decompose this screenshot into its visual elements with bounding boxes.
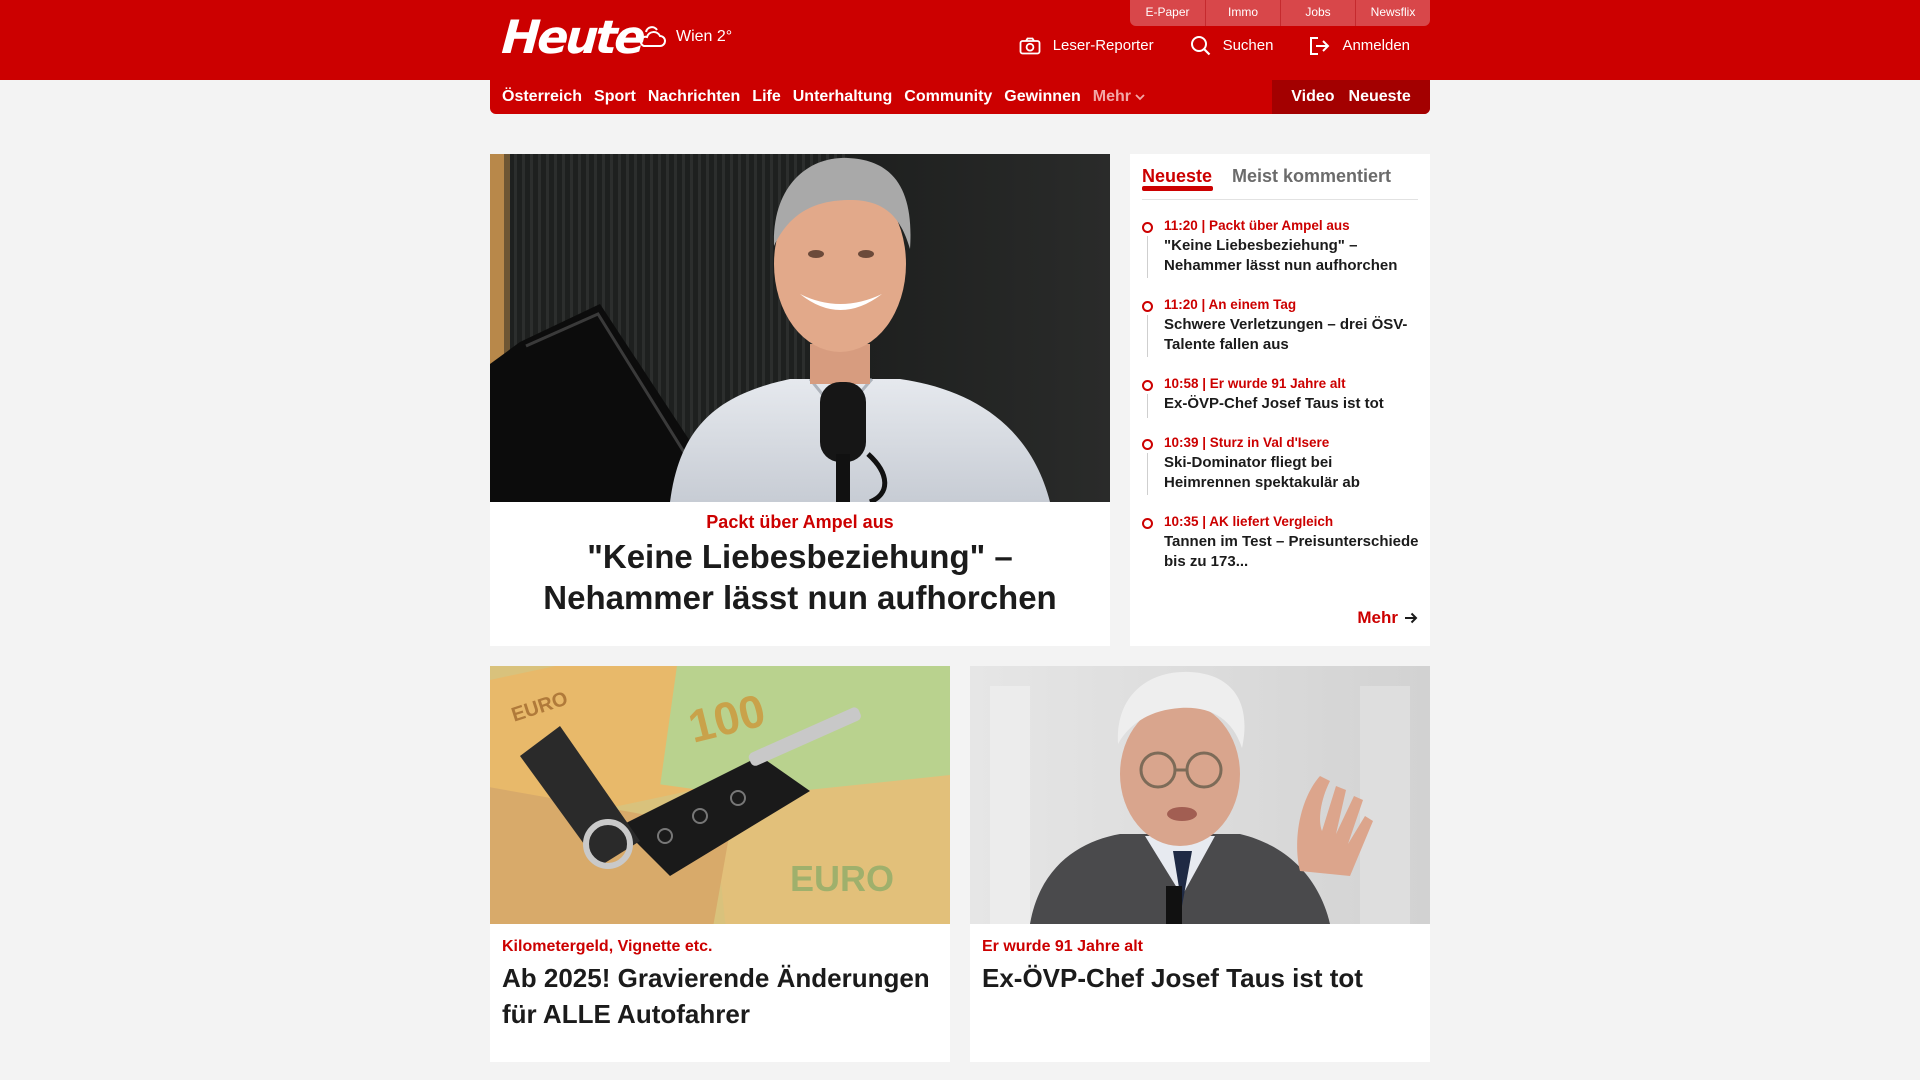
sidebar-more-link[interactable]: Mehr <box>1357 608 1418 628</box>
top-link-jobs[interactable]: Jobs <box>1280 0 1355 26</box>
cloud-sun-icon <box>639 26 666 47</box>
card-headline[interactable]: Ex-ÖVP-Chef Josef Taus ist tot <box>982 960 1422 996</box>
card-kicker: Er wurde 91 Jahre alt <box>982 938 1143 955</box>
main-nav: Österreich Sport Nachrichten Life Unterh… <box>490 80 1430 114</box>
nav-item-nachrichten[interactable]: Nachrichten <box>648 88 740 106</box>
search-label: Suchen <box>1222 37 1274 54</box>
weather-text: Wien 2° <box>676 28 733 45</box>
timeline-dot <box>1142 380 1153 391</box>
tab-neueste[interactable]: Neueste <box>1142 166 1213 191</box>
nav-latest[interactable]: Neueste <box>1349 88 1411 106</box>
timeline-dot <box>1142 439 1153 450</box>
card-image-car-key-money: 100 EURO EURO <box>490 666 950 924</box>
nav-item-life[interactable]: Life <box>752 88 780 106</box>
active-tab-indicator <box>1142 186 1213 191</box>
feed-item-meta: 11:20 | An einem Tag <box>1164 297 1297 312</box>
camera-icon <box>1019 37 1041 54</box>
feed-item[interactable]: 10:39 | Sturz in Val d'Isere Ski-Dominat… <box>1142 433 1422 512</box>
nav-right-group: Video Neueste <box>1272 80 1430 114</box>
nav-item-sport[interactable]: Sport <box>594 88 636 106</box>
top-link-epaper[interactable]: E-Paper <box>1130 0 1205 26</box>
feed-item[interactable]: 11:20 | Packt über Ampel aus "Keine Lieb… <box>1142 216 1422 295</box>
chevron-down-icon <box>1135 93 1145 100</box>
feed-item-title[interactable]: Tannen im Test – Preisunterschiede bis z… <box>1164 532 1422 572</box>
header-actions: Leser-Reporter Suchen Anmelden <box>983 35 1410 56</box>
feed-item-title[interactable]: Ex-ÖVP-Chef Josef Taus ist tot <box>1164 394 1422 414</box>
weather-widget[interactable]: Wien 2° <box>638 24 732 50</box>
card-headline[interactable]: Ab 2025! Gravierende Änderungen für ALLE… <box>502 960 942 1032</box>
login-icon <box>1310 36 1330 55</box>
timeline-line <box>1147 236 1148 278</box>
login-button[interactable]: Anmelden <box>1309 36 1410 56</box>
feed-item[interactable]: 11:20 | An einem Tag Schwere Verletzunge… <box>1142 295 1422 374</box>
search-icon <box>1190 36 1210 56</box>
feed-item[interactable]: 10:35 | AK liefert Vergleich Tannen im T… <box>1142 512 1422 572</box>
site-header: Heute Wien 2° E-Paper Immo Jobs Newsflix… <box>0 0 1920 80</box>
nav-video[interactable]: Video <box>1291 88 1334 106</box>
news-feed: 11:20 | Packt über Ampel aus "Keine Lieb… <box>1142 216 1422 572</box>
svg-text:EURO: EURO <box>790 858 894 899</box>
latest-news-sidebar: Neueste Meist kommentiert 11:20 | Packt … <box>1130 154 1430 646</box>
top-link-immo[interactable]: Immo <box>1205 0 1280 26</box>
feed-item-meta: 10:35 | AK liefert Vergleich <box>1164 514 1334 529</box>
article-card[interactable]: 100 EURO EURO Kilometergeld, Vignette et… <box>490 666 950 1062</box>
nav-item-community[interactable]: Community <box>904 88 992 106</box>
feed-item-title[interactable]: Ski-Dominator fliegt bei Heimrennen spek… <box>1164 453 1422 493</box>
nav-item-gewinnen[interactable]: Gewinnen <box>1004 88 1080 106</box>
hero-image <box>490 154 1110 502</box>
search-button[interactable]: Suchen <box>1190 35 1274 56</box>
timeline-dot <box>1142 222 1153 233</box>
nav-item-unterhaltung[interactable]: Unterhaltung <box>793 88 893 106</box>
leser-reporter-label: Leser-Reporter <box>1052 37 1154 54</box>
top-links: E-Paper Immo Jobs Newsflix <box>1130 0 1430 26</box>
hero-article[interactable]: Packt über Ampel aus "Keine Liebesbezieh… <box>490 154 1110 646</box>
nav-more-label: Mehr <box>1092 88 1131 105</box>
feed-item[interactable]: 10:58 | Er wurde 91 Jahre alt Ex-ÖVP-Che… <box>1142 374 1422 433</box>
nav-more-dropdown[interactable]: Mehr <box>1093 88 1145 106</box>
nav-items: Österreich Sport Nachrichten Life Unterh… <box>502 80 1157 114</box>
card-image-portrait <box>970 666 1430 924</box>
leser-reporter-button[interactable]: Leser-Reporter <box>1019 37 1154 55</box>
tab-neueste-label: Neueste <box>1142 166 1213 186</box>
site-logo[interactable]: Heute <box>500 10 644 64</box>
login-label: Anmelden <box>1342 37 1410 54</box>
article-card[interactable]: Er wurde 91 Jahre alt Ex-ÖVP-Chef Josef … <box>970 666 1430 1062</box>
top-link-newsflix[interactable]: Newsflix <box>1355 0 1430 26</box>
feed-item-title[interactable]: Schwere Verletzungen – drei ÖSV-Talente … <box>1164 315 1422 355</box>
arrow-right-icon <box>1405 612 1418 624</box>
sidebar-more-label: Mehr <box>1357 608 1398 627</box>
hero-kicker: Packt über Ampel aus <box>706 512 894 532</box>
timeline-line <box>1147 394 1148 418</box>
timeline-line <box>1147 315 1148 357</box>
tab-meist-kommentiert[interactable]: Meist kommentiert <box>1232 166 1391 187</box>
timeline-dot <box>1142 518 1153 529</box>
feed-item-meta: 10:58 | Er wurde 91 Jahre alt <box>1164 376 1346 391</box>
hero-headline[interactable]: "Keine Liebesbeziehung" – Nehammer lässt… <box>510 536 1090 618</box>
sidebar-tabs: Neueste Meist kommentiert <box>1142 164 1418 200</box>
feed-item-meta: 11:20 | Packt über Ampel aus <box>1164 218 1350 233</box>
nav-item-oesterreich[interactable]: Österreich <box>502 88 582 106</box>
header-container: Heute Wien 2° E-Paper Immo Jobs Newsflix… <box>490 0 1430 80</box>
timeline-dot <box>1142 301 1153 312</box>
feed-item-meta: 10:39 | Sturz in Val d'Isere <box>1164 435 1330 450</box>
card-kicker: Kilometergeld, Vignette etc. <box>502 938 713 955</box>
timeline-line <box>1147 453 1148 495</box>
feed-item-title[interactable]: "Keine Liebesbeziehung" – Nehammer lässt… <box>1164 236 1422 276</box>
